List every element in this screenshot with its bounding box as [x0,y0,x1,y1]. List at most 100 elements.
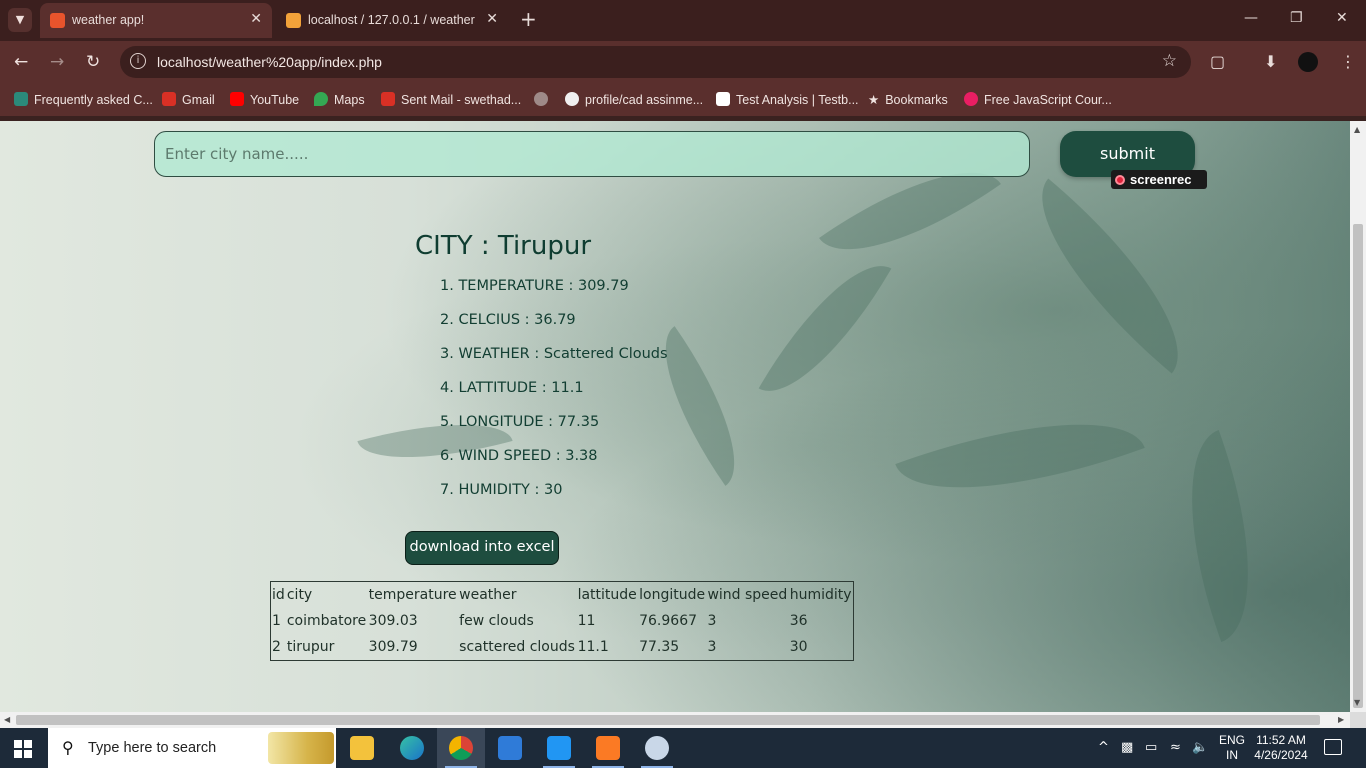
table-cell: coimbatore [286,612,367,629]
battery-icon[interactable]: ▭ [1145,740,1157,755]
back-arrow-icon[interactable]: ← [14,52,28,72]
new-tab-plus-icon[interactable]: + [520,9,537,29]
bookmark-item[interactable]: YouTube [230,92,299,107]
table-cell: 30 [789,639,808,656]
table-cell: 2 [272,639,281,656]
settings-app[interactable] [633,728,681,768]
globe-icon [534,92,548,106]
wifi-icon[interactable]: ≈ [1170,740,1181,755]
scroll-up-arrow-icon[interactable]: ▲ [1354,125,1360,134]
bookmark-item[interactable]: ★ Bookmarks [868,92,948,107]
address-bar[interactable]: i localhost/weather%20app/index.php ☆ [120,46,1191,78]
city-search-field[interactable] [154,131,1030,177]
input-language[interactable]: ENG IN [1219,733,1245,763]
profile-avatar[interactable] [1298,52,1318,72]
table-cell: 3 [707,612,717,629]
star-icon: ★ [868,93,880,107]
xampp-app[interactable] [584,728,632,768]
column-header: city [286,586,313,603]
record-dot-icon [1115,175,1125,185]
table-cell: 3 [707,639,717,656]
edge-icon [400,736,424,760]
table-cell: 309.79 [368,639,418,656]
notification-center-icon[interactable] [1324,739,1342,755]
bookmark-item[interactable]: Free JavaScript Cour... [964,92,1112,107]
mail-app[interactable] [486,728,534,768]
taskbar-search-box[interactable]: ⚲ Type here to search [48,728,336,768]
city-title: CITY : Tirupur [415,231,592,261]
bookmark-item[interactable]: Maps [314,92,365,107]
table-row: 1 coimbatore 309.03 few clouds 11 76.966… [271,608,854,634]
horizontal-scrollbar[interactable]: ◀ ▶ [0,712,1350,728]
detail-longitude: 5. LONGITUDE : 77.35 [440,414,600,430]
close-icon[interactable]: ✕ [250,11,262,27]
close-icon[interactable]: ✕ [486,11,498,27]
vertical-scrollbar[interactable]: ▲ ▼ [1350,121,1366,712]
horizontal-scroll-thumb[interactable] [16,715,1320,725]
download-icon[interactable]: ⬇ [1264,52,1277,71]
table-cell: scattered clouds [459,639,575,656]
vscode-app[interactable] [535,728,583,768]
column-header: weather [459,586,517,603]
tab-title: localhost / 127.0.0.1 / weather a [308,13,478,27]
tab-strip: ▼ weather app! ✕ localhost / 127.0.0.1 /… [0,0,1366,41]
table-cell: 11 [577,612,596,629]
site-info-icon[interactable]: i [130,53,146,69]
column-header: humidity [789,586,852,603]
bookmark-item[interactable]: Sent Mail - swethad... [381,92,521,107]
table-cell: tirupur [286,639,335,656]
city-search-input[interactable] [155,132,1029,176]
testbook-icon [716,92,730,106]
vscode-icon [547,736,571,760]
table-cell: 309.03 [368,612,418,629]
bookmark-item[interactable]: Test Analysis | Testb... [716,92,859,107]
bookmark-item[interactable]: Frequently asked C... [14,92,153,107]
detail-temperature: 1. TEMPERATURE : 309.79 [440,278,629,294]
reload-icon[interactable]: ↻ [86,52,100,72]
bookmark-item[interactable] [534,92,554,107]
bookmark-favicon-icon [14,92,28,106]
tab-weather-app[interactable]: weather app! ✕ [40,3,272,38]
gear-icon [645,736,669,760]
chrome-app[interactable] [437,728,485,768]
meet-now-icon[interactable]: ▩ [1121,740,1133,755]
system-clock[interactable]: 11:52 AM 4/26/2024 [1252,733,1310,763]
edge-app[interactable] [388,728,436,768]
show-hidden-icons-chevron-up-icon[interactable]: ^ [1098,740,1109,755]
bookmark-item[interactable]: profile/cad assinme... [565,92,703,107]
tab-search-button[interactable]: ▼ [8,8,32,32]
forward-arrow-icon[interactable]: → [50,52,64,72]
weather-details-list: 1. TEMPERATURE : 309.79 2. CELCIUS : 36.… [440,278,668,516]
menu-kebab-icon[interactable]: ⋮ [1340,52,1356,71]
download-excel-button[interactable]: download into excel [405,531,559,565]
restore-icon[interactable]: ❐ [1290,10,1303,26]
bookmark-favicon-icon [964,92,978,106]
scroll-right-arrow-icon[interactable]: ▶ [1338,715,1344,724]
column-header: id [272,586,285,603]
windows-start-icon[interactable] [14,740,32,758]
scroll-left-arrow-icon[interactable]: ◀ [4,715,10,724]
taskbar-search-placeholder[interactable]: Type here to search [88,740,216,756]
vertical-scroll-thumb[interactable] [1353,224,1363,708]
minimize-icon[interactable]: — [1244,10,1258,26]
column-header: wind speed [707,586,788,603]
table-cell: 77.35 [639,639,680,656]
table-cell: 36 [789,612,808,629]
volume-muted-icon[interactable]: 🔈 [1192,740,1208,755]
tab-phpmyadmin[interactable]: localhost / 127.0.0.1 / weather a ✕ [276,3,508,38]
file-explorer-app[interactable] [338,728,386,768]
search-highlight-image [268,732,334,764]
window-close-icon[interactable]: ✕ [1336,10,1348,26]
search-icon: ⚲ [62,738,74,757]
url-text[interactable]: localhost/weather%20app/index.php [157,54,382,70]
extensions-puzzle-icon[interactable]: ▢ [1210,52,1225,71]
gmail-icon [381,92,395,106]
screenrec-badge[interactable]: screenrec [1111,170,1207,189]
bookmark-star-icon[interactable]: ☆ [1162,51,1177,71]
chrome-icon [449,736,473,760]
clock-time: 11:52 AM [1256,733,1306,747]
phpmyadmin-favicon-icon [286,13,301,28]
bookmark-item[interactable]: Gmail [162,92,215,107]
scroll-down-arrow-icon[interactable]: ▼ [1354,698,1360,707]
github-icon [565,92,579,106]
